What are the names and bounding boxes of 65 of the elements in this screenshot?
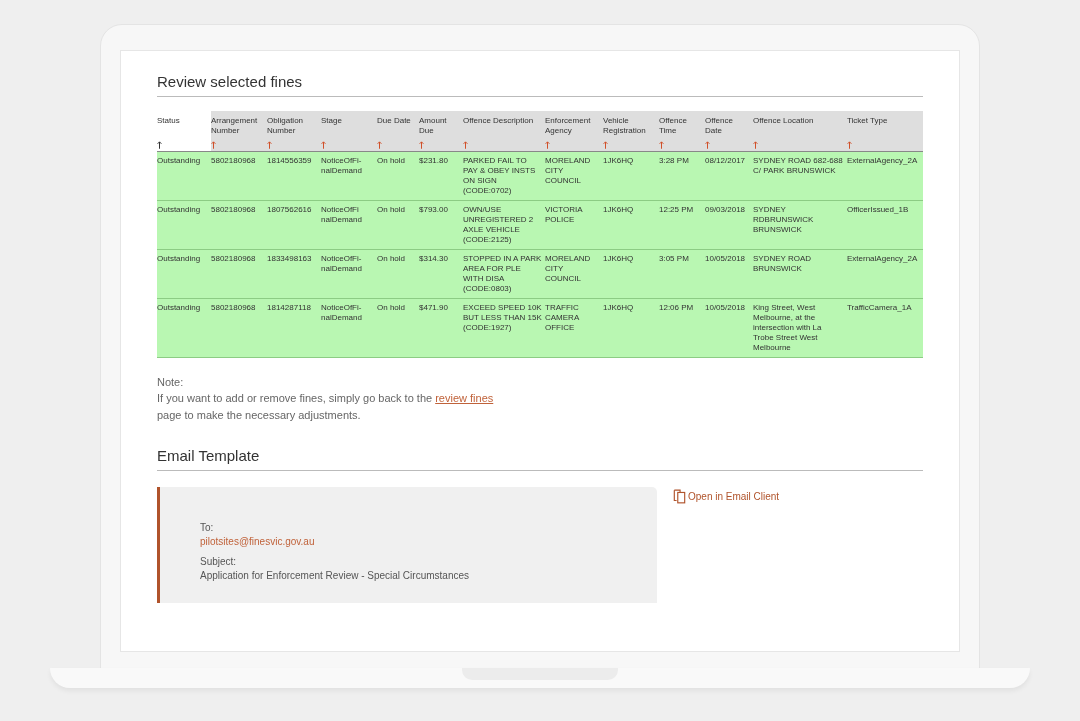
table-cell: SYDNEY ROAD 682-688 C/ PARK BRUNSWICK bbox=[753, 155, 844, 176]
table-cell-text: 1JK6HQ bbox=[603, 302, 635, 313]
subject-label: Subject: bbox=[200, 555, 238, 569]
subject-text: Application for Enforcement Review - Special Circumstances bbox=[200, 568, 470, 582]
table-cell-text: 5802180968 bbox=[211, 204, 257, 215]
table-cell-text: ExternalAgency_2A bbox=[847, 155, 919, 166]
table-cell-text: NoticeOfFi-nalDemand bbox=[321, 155, 363, 176]
table-cell-text: Outstanding bbox=[157, 253, 202, 264]
table-cell-text: 3:05 PM bbox=[659, 253, 690, 264]
table-cell: EXCEED SPEED 10K BUT LESS THAN 15K (CODE:1927) bbox=[463, 302, 542, 333]
table-cell-text: $231.80 bbox=[419, 155, 449, 166]
table-cell-text: $793.00 bbox=[419, 204, 449, 215]
table-cell-text: ExternalAgency_2A bbox=[847, 253, 919, 264]
table-cell-text: OWN/USE UNREGISTERED 2 AXLE VEHICLE (CODE:2125) bbox=[463, 204, 535, 245]
table-cell-text: PARKED FAIL TO PAY & OBEY INSTS ON SIGN (CODE:0702) bbox=[463, 155, 537, 196]
table-cell-text: 5802180968 bbox=[211, 253, 257, 264]
table-cell-text: 1807562616 bbox=[267, 204, 313, 215]
review-fines-link[interactable]: review fines bbox=[435, 392, 494, 404]
table-cell-text: 1JK6HQ bbox=[603, 204, 635, 215]
table-cell-text: 1814287118 bbox=[267, 302, 312, 313]
table-cell-text: 10/05/2018 bbox=[705, 302, 747, 313]
table-cell-text: 3:28 PM bbox=[659, 155, 690, 166]
table-cell-text: VICTORIA POLICE bbox=[545, 204, 584, 225]
table-cell-text: MORELAND CITY COUNCIL bbox=[545, 155, 592, 186]
table-cell-text: MORELAND CITY COUNCIL bbox=[545, 253, 592, 284]
table-cell-text: SYDNEY RDBRUNSWICK BRUNSWICK bbox=[753, 204, 815, 235]
table-cell-text: On hold bbox=[377, 155, 407, 166]
table-cell-text: 09/03/2018 bbox=[705, 204, 747, 215]
sort-arrow-icon[interactable] bbox=[157, 140, 162, 149]
table-cell-text: 5802180968 bbox=[211, 155, 257, 166]
table-cell-text: 5802180968 bbox=[211, 302, 257, 313]
note-label: Note: bbox=[157, 374, 185, 390]
table-cell-text: Outstanding bbox=[157, 302, 202, 313]
section-heading: Email Template bbox=[157, 447, 923, 471]
table-cell: STOPPED IN A PARK AREA FOR PLE WITH DISA (CODE:0803) bbox=[463, 253, 542, 294]
table-cell-text: 08/12/2017 bbox=[705, 155, 747, 166]
table-cell-text: 1833498163 bbox=[267, 253, 313, 264]
table-cell-text: NoticeOfFi-nalDemand bbox=[321, 253, 363, 274]
copy-icon bbox=[673, 489, 686, 504]
note-text: If you want to add or remove fines, simply go back to the review fines page to make the necessary adjustments. bbox=[157, 391, 495, 423]
table-cell-text: On hold bbox=[377, 204, 407, 215]
column-header[interactable]: Status bbox=[157, 116, 208, 126]
table-cell-text: Outstanding bbox=[157, 155, 202, 166]
table-cell-text: TRAFFIC CAMERA OFFICE bbox=[545, 302, 580, 333]
table-cell-text: On hold bbox=[377, 253, 407, 264]
table-cell-text: $471.90 bbox=[419, 302, 449, 313]
table-cell-text: 1JK6HQ bbox=[603, 253, 635, 264]
table-cell-text: 12:06 PM bbox=[659, 302, 695, 313]
open-email-link[interactable]: Open in Email Client bbox=[673, 489, 780, 504]
table-cell-text: 1JK6HQ bbox=[603, 155, 635, 166]
table-cell-text: King Street, West Melbourne, at the intersection with La Trobe Street West Melbourne bbox=[753, 302, 823, 353]
table-cell-text: 1814556359 bbox=[267, 155, 313, 166]
table-cell-text: 12:25 PM bbox=[659, 204, 695, 215]
table-cell-text: SYDNEY ROAD BRUNSWICK bbox=[753, 253, 813, 274]
table-cell-text: Outstanding bbox=[157, 204, 202, 215]
table-cell-text: $314.30 bbox=[419, 253, 449, 264]
table-cell-text: NoticeOfFi-nalDemand bbox=[321, 302, 363, 323]
section-heading: Review selected fines bbox=[157, 73, 923, 97]
table-cell-text: OfficerIssued_1B bbox=[847, 204, 910, 215]
to-label: To: bbox=[200, 521, 215, 535]
table-cell-text: 10/05/2018 bbox=[705, 253, 747, 264]
table-cell-text: NoticeOfFi nalDemand bbox=[321, 204, 363, 225]
table-cell-text: TrafficCamera_1A bbox=[847, 302, 913, 313]
table-cell-text: On hold bbox=[377, 302, 407, 313]
email-address: pilotsites@finesvic.gov.au bbox=[200, 534, 316, 548]
